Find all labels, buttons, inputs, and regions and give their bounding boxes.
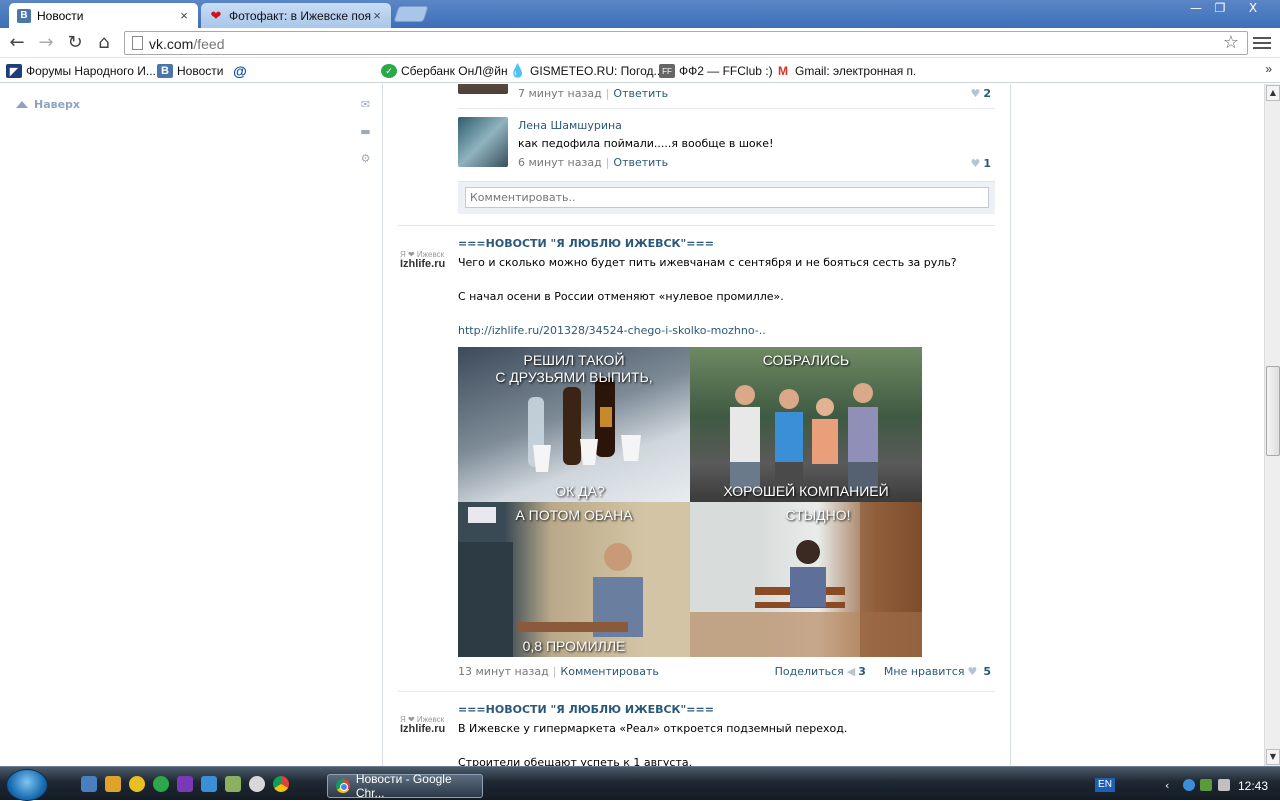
app-icon[interactable]: [177, 776, 193, 792]
gmail-icon: M: [778, 64, 788, 78]
minimize-button[interactable]: —: [1183, 0, 1209, 18]
restore-button[interactable]: ❐: [1207, 0, 1233, 18]
forward-icon[interactable]: →: [35, 32, 57, 54]
tab-title: Новости: [37, 8, 84, 23]
bookmark-label: Новости: [177, 64, 224, 78]
close-icon[interactable]: ×: [178, 8, 190, 23]
network-icon[interactable]: [1183, 779, 1195, 791]
tab-vk-news[interactable]: В Новости ×: [9, 3, 198, 28]
bookmark-sberbank[interactable]: ✓ Сбербанк ОнЛ@йн: [381, 62, 508, 80]
post-text: В Ижевске у гипермаркета «Реал» откроетс…: [458, 722, 848, 735]
language-indicator[interactable]: EN: [1095, 778, 1115, 792]
home-icon[interactable]: ⌂: [93, 32, 115, 54]
source-logo[interactable]: Я ❤ Ижевск Izhlife.ru: [400, 715, 450, 735]
tray-icon[interactable]: [1200, 779, 1212, 791]
ffclub-icon: FF: [659, 64, 675, 78]
app-icon[interactable]: [249, 776, 265, 792]
vertical-scrollbar[interactable]: ▲ ▼: [1264, 84, 1280, 766]
logo-name: Izhlife.ru: [400, 723, 446, 735]
utorrent-icon[interactable]: [153, 776, 169, 792]
taskbar-chrome-window[interactable]: Новости - Google Chr...: [327, 772, 483, 800]
url-host: vk.com: [149, 36, 194, 52]
post-source-title[interactable]: ===НОВОСТИ "Я ЛЮБЛЮ ИЖЕВСК"===: [458, 703, 714, 716]
news-feed: 7 минут назад | Ответить ♥ 2 Лена Шамшурина…: [382, 84, 1011, 766]
app-icon[interactable]: [129, 776, 145, 792]
close-icon[interactable]: ×: [371, 8, 383, 23]
tab-title: Фотофакт: в Ижевске поя: [229, 8, 371, 23]
app-icon[interactable]: [201, 776, 217, 792]
left-column: Наверх ✉ ▬ ⚙: [0, 84, 382, 766]
scroll-up-icon[interactable]: ▲: [1266, 85, 1280, 101]
start-button[interactable]: [6, 769, 48, 801]
app-icon[interactable]: [225, 776, 241, 792]
chrome-icon: [336, 779, 350, 793]
volume-icon[interactable]: [1218, 779, 1230, 791]
comment-icon[interactable]: ▬: [359, 126, 372, 138]
scroll-to-top-link[interactable]: Наверх: [16, 98, 80, 111]
address-bar[interactable]: vk.com/feed ☆: [124, 31, 1248, 55]
scroll-down-icon[interactable]: ▼: [1266, 749, 1280, 765]
tray-expand-icon[interactable]: ‹: [1165, 779, 1177, 792]
chrome-icon[interactable]: [273, 776, 289, 792]
browser-toolbar: ← → ↻ ⌂ vk.com/feed ☆: [0, 28, 1280, 58]
feed-post: Я ❤ Ижевск Izhlife.ru ===НОВОСТИ "Я ЛЮБЛ…: [383, 84, 1012, 766]
clock[interactable]: 12:43: [1238, 779, 1268, 793]
settings-gear-icon[interactable]: ⚙: [359, 153, 372, 165]
bookmark-label: Gmail: электронная п...: [795, 64, 924, 78]
bookmark-label: GISMETEO.RU: Погод...: [530, 64, 664, 78]
bookmark-label: ФФ2 — FFClub :): [679, 64, 773, 78]
bookmark-vk-news[interactable]: В Новости: [157, 62, 223, 80]
url-path: /feed: [193, 36, 225, 52]
windows-taskbar: Новости - Google Chr... EN ‹ 12:43: [0, 766, 1280, 801]
sberbank-icon: ✓: [381, 64, 397, 78]
news-icon: ◤: [6, 64, 22, 78]
window-close-button[interactable]: X: [1233, 0, 1273, 18]
to-top-label: Наверх: [34, 98, 81, 111]
heart-icon: ❤: [210, 7, 222, 23]
redacted-area: [915, 60, 1207, 82]
post-text: Строители обещают успеть к 1 августа.: [458, 756, 693, 766]
bookmark-mail[interactable]: @: [232, 62, 252, 80]
task-title: Новости - Google Chr...: [355, 772, 452, 800]
page-icon: [132, 36, 143, 50]
arrow-up-icon: [16, 101, 28, 108]
bookmark-forum[interactable]: ◤ Форумы Народного И...: [6, 62, 156, 80]
vk-icon: В: [17, 8, 31, 23]
url-text: vk.com/feed: [149, 36, 224, 52]
scroll-thumb[interactable]: [1266, 366, 1280, 456]
page-content: Наверх ✉ ▬ ⚙ 7 минут назад | Ответить ♥ 2 Л…: [0, 84, 1264, 766]
redacted-area: [252, 60, 374, 82]
bookmark-gmail[interactable]: M Gmail: электронная п...: [775, 62, 923, 80]
tab-photofact[interactable]: ❤ Фотофакт: в Ижевске поя ×: [201, 3, 391, 28]
weather-drop-icon: 💧: [509, 63, 527, 78]
bookmarks-more-icon[interactable]: »: [1265, 62, 1272, 76]
bookmark-star-icon[interactable]: ☆: [1223, 32, 1239, 53]
tab-strip: В Новости × ❤ Фотофакт: в Ижевске поя × …: [0, 0, 1280, 28]
menu-icon[interactable]: [1253, 34, 1271, 52]
mail-at-icon: @: [233, 63, 247, 79]
vk-icon: В: [157, 64, 173, 78]
desktop-icon[interactable]: [81, 776, 97, 792]
bookmark-label: Форумы Народного И...: [26, 64, 156, 78]
new-tab-button[interactable]: [393, 6, 429, 22]
messages-icon[interactable]: ✉: [359, 99, 372, 111]
back-icon[interactable]: ←: [6, 32, 28, 54]
bookmark-gismeteo[interactable]: 💧 GISMETEO.RU: Погод...: [510, 62, 664, 80]
bookmark-label: Сбербанк ОнЛ@йн: [401, 64, 508, 78]
reload-icon[interactable]: ↻: [64, 32, 86, 54]
bookmarks-bar: ◤ Форумы Народного И... В Новости @ ✓ Сб…: [0, 59, 1280, 83]
bookmark-ffclub[interactable]: FF ФФ2 — FFClub :): [659, 62, 773, 80]
app-icon[interactable]: [105, 776, 121, 792]
